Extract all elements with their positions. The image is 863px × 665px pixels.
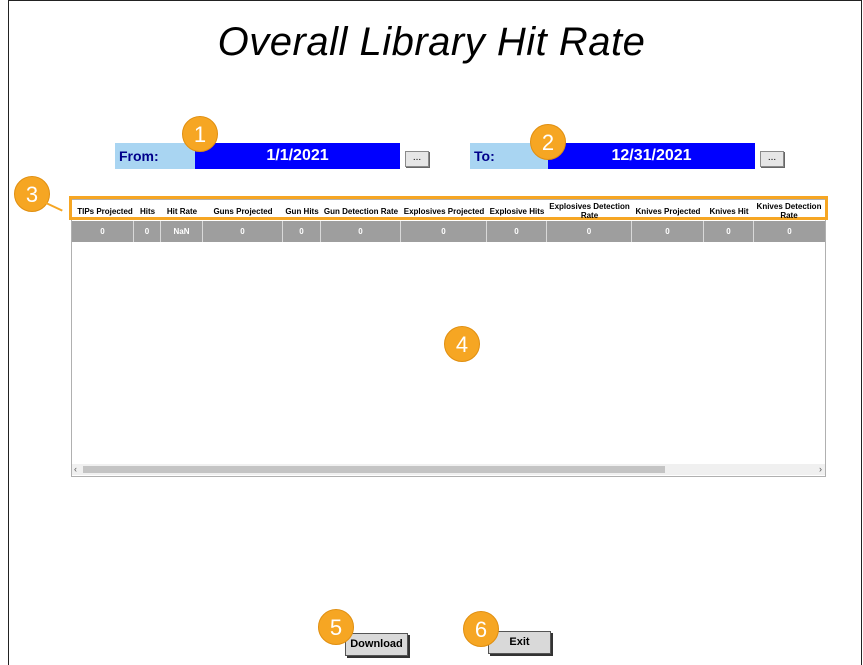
column-header[interactable]: Hit Rate: [161, 204, 203, 218]
scroll-thumb[interactable]: [83, 466, 665, 473]
column-header[interactable]: Knives Detection Rate: [754, 202, 824, 220]
callout-badge-5: 5: [318, 609, 354, 645]
scroll-right-icon[interactable]: ›: [819, 464, 822, 475]
page-title: Overall Library Hit Rate: [217, 20, 646, 64]
callout-badge-1: 1: [182, 116, 218, 152]
table-cell: 0: [754, 221, 825, 242]
callout-badge-3: 3: [14, 176, 50, 212]
column-header[interactable]: Gun Detection Rate: [321, 204, 401, 218]
table-cell: 0: [203, 221, 283, 242]
callout-badge-4: 4: [444, 326, 480, 362]
column-header[interactable]: TIPs Projected: [76, 204, 134, 218]
from-label: From:: [115, 143, 195, 169]
column-header[interactable]: Gun Hits: [283, 204, 321, 218]
download-button[interactable]: Download: [345, 633, 408, 656]
to-date-field[interactable]: 12/31/2021: [548, 143, 755, 169]
column-header[interactable]: Knives Hit: [704, 204, 754, 218]
column-header[interactable]: Hits: [134, 204, 161, 218]
table-cell: 0: [134, 221, 161, 242]
table-cell: NaN: [161, 221, 203, 242]
column-header[interactable]: Explosives Projected: [401, 204, 487, 218]
column-header[interactable]: Explosive Hits: [487, 204, 547, 218]
table-cell: 0: [487, 221, 547, 242]
table-cell: 0: [547, 221, 632, 242]
from-date-field[interactable]: 1/1/2021: [195, 143, 400, 169]
scroll-left-icon[interactable]: ‹: [74, 464, 77, 475]
table-cell: 0: [72, 221, 134, 242]
horizontal-scrollbar[interactable]: ‹ ›: [72, 464, 825, 475]
callout-badge-2: 2: [530, 124, 566, 160]
column-header[interactable]: Explosives Detection Rate: [547, 202, 632, 220]
table-cell: 0: [704, 221, 754, 242]
column-header[interactable]: Guns Projected: [203, 204, 283, 218]
column-header[interactable]: Knives Projected: [632, 204, 704, 218]
to-date-picker-button[interactable]: ...: [760, 151, 784, 167]
table-cell: 0: [321, 221, 401, 242]
table-cell: 0: [401, 221, 487, 242]
table-cell: 0: [283, 221, 321, 242]
table-cell: 0: [632, 221, 704, 242]
callout-badge-6: 6: [463, 611, 499, 647]
from-date-picker-button[interactable]: ...: [405, 151, 429, 167]
